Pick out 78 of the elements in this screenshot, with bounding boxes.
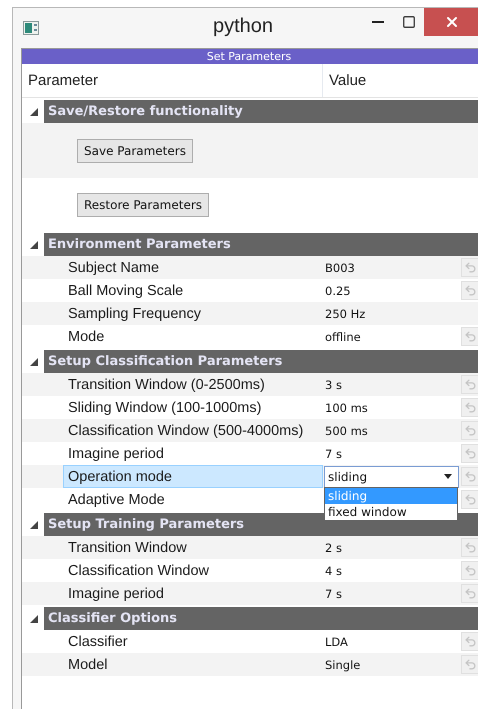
panel-title: Set Parameters bbox=[206, 50, 292, 63]
undo-button[interactable] bbox=[461, 632, 478, 651]
undo-button[interactable] bbox=[461, 375, 478, 394]
group-header[interactable]: Save/Restore functionality bbox=[44, 100, 478, 123]
parameter-value: LDA bbox=[324, 634, 349, 648]
parameter-label[interactable]: Subject Name bbox=[63, 256, 323, 279]
undo-icon bbox=[464, 424, 476, 437]
parameter-label[interactable]: Imagine period bbox=[63, 442, 323, 465]
expand-triangle-icon[interactable] bbox=[30, 520, 38, 528]
undo-icon bbox=[464, 493, 476, 506]
group-header[interactable]: Environment Parameters bbox=[44, 233, 478, 256]
undo-button[interactable] bbox=[461, 538, 478, 557]
parameter-label[interactable]: Transition Window (0-2500ms) bbox=[63, 373, 323, 396]
app-icon bbox=[23, 21, 39, 35]
parameter-label[interactable]: Mode bbox=[63, 325, 323, 348]
undo-icon bbox=[464, 447, 476, 460]
parameter-label[interactable]: Transition Window bbox=[63, 536, 323, 559]
dropdown-option[interactable]: fixed window bbox=[325, 504, 457, 520]
parameter-value: 4 s bbox=[324, 564, 343, 578]
parameter-label[interactable]: Classification Window bbox=[63, 559, 323, 582]
undo-button[interactable] bbox=[461, 490, 478, 509]
minimize-icon bbox=[372, 21, 384, 23]
undo-icon bbox=[464, 378, 476, 391]
parameter-value: offline bbox=[324, 330, 362, 344]
close-icon bbox=[444, 14, 460, 30]
maximize-icon bbox=[402, 15, 416, 29]
parameter-label[interactable]: Sampling Frequency bbox=[63, 302, 323, 325]
undo-button[interactable] bbox=[461, 561, 478, 580]
undo-button[interactable] bbox=[461, 258, 478, 277]
undo-icon bbox=[464, 587, 476, 600]
parameters-button[interactable]: Save Parameters bbox=[77, 138, 193, 162]
undo-icon bbox=[464, 284, 476, 297]
parameter-label[interactable]: Classification Window (500-4000ms) bbox=[63, 419, 323, 442]
undo-button[interactable] bbox=[461, 584, 478, 603]
undo-icon bbox=[464, 470, 476, 483]
undo-button[interactable] bbox=[461, 398, 478, 417]
parameter-value: 7 s bbox=[324, 446, 343, 460]
undo-button[interactable] bbox=[461, 327, 478, 346]
parameter-label[interactable]: Model bbox=[63, 653, 323, 676]
parameter-value: 0.25 bbox=[324, 284, 352, 298]
parameter-value: 7 s bbox=[324, 586, 343, 600]
expand-triangle-icon[interactable] bbox=[30, 240, 38, 248]
expand-triangle-icon[interactable] bbox=[30, 108, 38, 116]
parameter-label[interactable]: Adaptive Mode bbox=[63, 488, 323, 511]
undo-icon bbox=[464, 261, 476, 274]
undo-button[interactable] bbox=[461, 655, 478, 674]
parameter-label[interactable]: Operation mode bbox=[63, 465, 323, 488]
dropdown-arrow-icon bbox=[444, 474, 452, 479]
parameter-value: Single bbox=[324, 658, 362, 672]
column-header[interactable]: Parameter bbox=[22, 64, 323, 97]
parameter-label[interactable]: Classifier bbox=[63, 630, 323, 653]
undo-icon bbox=[464, 541, 476, 554]
parameter-value: 500 ms bbox=[324, 424, 369, 438]
parameter-label[interactable]: Ball Moving Scale bbox=[63, 279, 323, 302]
undo-icon bbox=[464, 564, 476, 577]
parameter-value: 250 Hz bbox=[324, 306, 366, 320]
parameters-button[interactable]: Restore Parameters bbox=[77, 192, 210, 216]
parameter-value: 100 ms bbox=[324, 400, 369, 414]
group-header[interactable]: Setup Classification Parameters bbox=[44, 350, 478, 373]
expand-triangle-icon[interactable] bbox=[30, 614, 38, 622]
parameter-label[interactable]: Sliding Window (100-1000ms) bbox=[63, 396, 323, 419]
parameter-value: B003 bbox=[324, 260, 356, 274]
expand-triangle-icon[interactable] bbox=[30, 358, 38, 366]
undo-button[interactable] bbox=[461, 467, 478, 486]
parameter-value: 3 s bbox=[324, 378, 343, 392]
undo-icon bbox=[464, 401, 476, 414]
window-title: python bbox=[213, 15, 274, 38]
column-header[interactable]: Value bbox=[323, 64, 478, 97]
parameter-label[interactable]: Imagine period bbox=[63, 582, 323, 605]
undo-button[interactable] bbox=[461, 444, 478, 463]
group-header[interactable]: Classifier Options bbox=[44, 607, 478, 630]
undo-icon bbox=[464, 658, 476, 671]
undo-button[interactable] bbox=[461, 281, 478, 300]
undo-button[interactable] bbox=[461, 421, 478, 440]
undo-icon bbox=[464, 635, 476, 648]
parameter-value: 2 s bbox=[324, 540, 343, 554]
undo-icon bbox=[464, 330, 476, 343]
close-button[interactable] bbox=[424, 8, 478, 36]
